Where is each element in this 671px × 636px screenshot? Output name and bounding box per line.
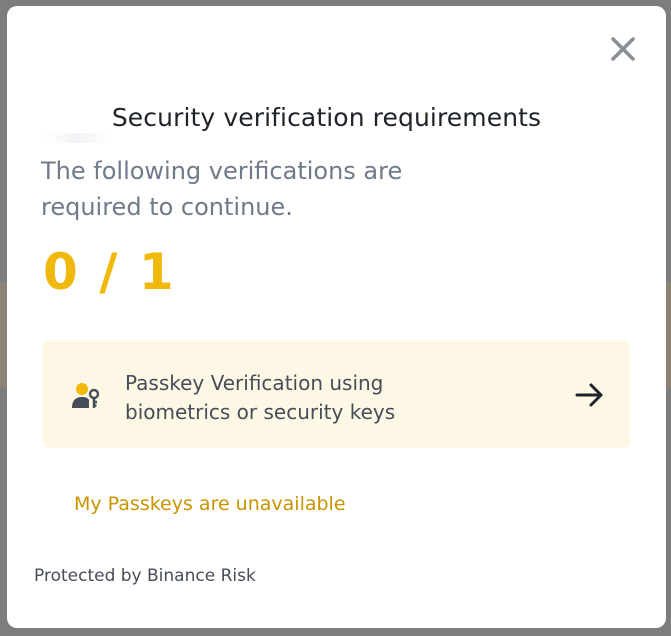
arrow-right-icon: [575, 383, 603, 407]
modal-subtitle: The following verifications are required…: [41, 157, 403, 221]
passkey-verification-option[interactable]: Passkey Verification using biometrics or…: [43, 341, 630, 448]
security-verification-modal: Security verification requirements The f…: [7, 6, 666, 628]
modal-title: Security verification requirements: [111, 103, 542, 132]
verification-progress: 0 / 1: [43, 243, 176, 301]
close-button[interactable]: [608, 34, 638, 64]
passkey-option-label: Passkey Verification using biometrics or…: [125, 371, 396, 424]
close-icon: [611, 37, 635, 61]
footer-protected-text: Protected by Binance Risk: [34, 566, 256, 586]
passkey-user-icon: [72, 383, 100, 408]
passkeys-unavailable-link[interactable]: My Passkeys are unavailable: [74, 493, 346, 515]
title-decoration: [44, 133, 114, 143]
